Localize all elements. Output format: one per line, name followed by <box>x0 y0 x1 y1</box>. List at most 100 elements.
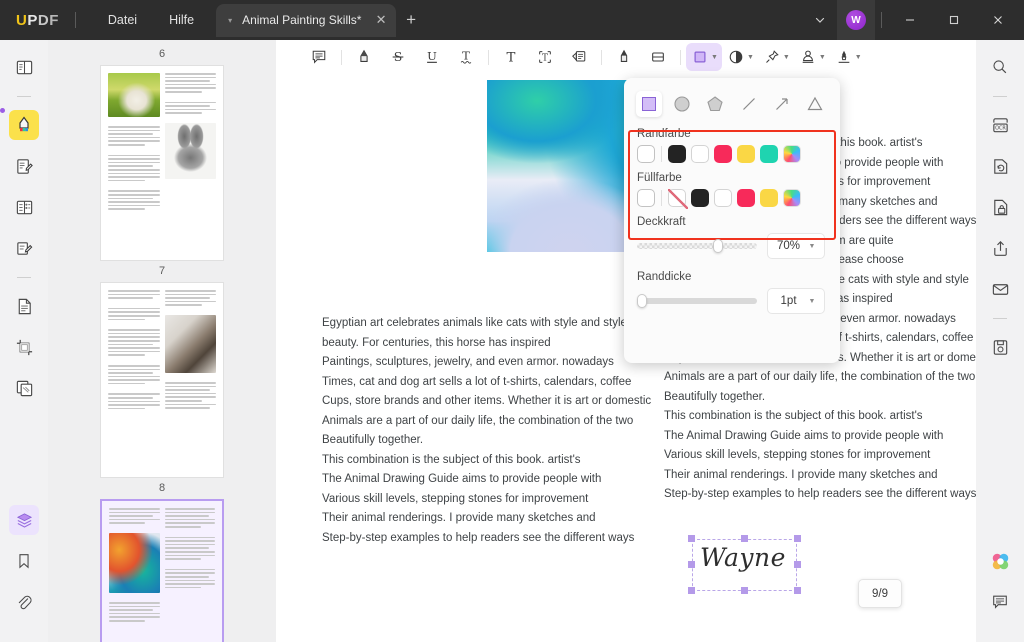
tool-shape[interactable]: ▼ <box>686 43 722 71</box>
left-sidebar <box>0 40 48 642</box>
chevron-down-icon[interactable]: ▼ <box>819 54 826 61</box>
chevron-down-icon[interactable]: ▼ <box>809 243 816 250</box>
sidebar-item-pages[interactable] <box>9 291 39 321</box>
sidebar-item-attachment[interactable] <box>9 587 39 617</box>
sidebar-item-bookmark[interactable] <box>9 546 39 576</box>
border-color-black[interactable] <box>668 145 686 163</box>
fill-color-black[interactable] <box>691 189 709 207</box>
close-button[interactable] <box>976 0 1020 40</box>
sidebar-item-comment[interactable] <box>9 110 39 140</box>
opacity-select[interactable]: 70% ▼ <box>767 233 825 259</box>
minimize-button[interactable] <box>888 0 932 40</box>
fill-color-none[interactable] <box>668 189 688 209</box>
right-item-search[interactable] <box>985 52 1015 82</box>
resize-handle-se[interactable] <box>794 587 801 594</box>
fill-color-yellow[interactable] <box>760 189 778 207</box>
chevron-down-icon[interactable]: ▼ <box>809 298 816 305</box>
sidebar-item-reader[interactable] <box>9 52 39 82</box>
resize-handle-w[interactable] <box>688 561 695 568</box>
border-width-slider[interactable] <box>637 294 757 308</box>
border-width-select[interactable]: 1pt ▼ <box>767 288 825 314</box>
tool-underline[interactable]: U <box>415 43 449 71</box>
shape-triangle-button[interactable] <box>802 91 828 117</box>
tool-eraser[interactable] <box>641 43 675 71</box>
opacity-slider[interactable] <box>637 239 757 253</box>
tool-text-box[interactable]: T <box>528 43 562 71</box>
tool-callout[interactable] <box>562 43 596 71</box>
resize-handle-s[interactable] <box>741 587 748 594</box>
menu-datei[interactable]: Datei <box>92 0 153 40</box>
shape-circle-button[interactable] <box>669 91 695 117</box>
right-item-feedback[interactable] <box>985 587 1015 617</box>
tool-pen[interactable] <box>607 43 641 71</box>
right-item-email[interactable] <box>985 274 1015 304</box>
border-color-yellow[interactable] <box>737 145 755 163</box>
thumbnail-page-8-selected[interactable] <box>100 499 224 642</box>
shape-rectangle-button[interactable] <box>636 91 662 117</box>
tool-text[interactable]: T <box>494 43 528 71</box>
resize-handle-ne[interactable] <box>794 535 801 542</box>
shape-line-button[interactable] <box>736 91 762 117</box>
tool-stamp[interactable]: ▼ <box>794 43 830 71</box>
new-tab-button[interactable]: + <box>396 4 426 37</box>
right-item-save[interactable] <box>985 332 1015 362</box>
right-item-protect[interactable] <box>985 192 1015 222</box>
protect-icon <box>991 198 1010 217</box>
tool-signature[interactable]: ▼ <box>830 43 866 71</box>
fill-color-custom[interactable] <box>783 189 801 207</box>
border-width-slider-handle[interactable] <box>637 294 647 308</box>
sidebar-item-compare[interactable] <box>9 373 39 403</box>
opacity-slider-handle[interactable] <box>713 239 723 253</box>
shape-properties-popup[interactable]: Randfarbe Füllfarbe Deckkraft 70% ▼ Rand… <box>624 78 840 363</box>
border-color-current[interactable] <box>637 145 655 163</box>
fill-color-pink[interactable] <box>737 189 755 207</box>
signature-text: Wayne <box>700 543 786 572</box>
maximize-button[interactable] <box>932 0 976 40</box>
thumbnail-page-7[interactable] <box>100 282 224 478</box>
chevron-down-icon[interactable]: ▼ <box>855 54 862 61</box>
sidebar-item-sign[interactable] <box>9 233 39 263</box>
tab-chevron-down-icon[interactable]: ▾ <box>224 16 236 25</box>
user-avatar-button[interactable]: W <box>837 0 875 40</box>
thumbnail-panel[interactable]: 6 7 8 <box>48 40 276 642</box>
sidebar-item-edit[interactable] <box>9 151 39 181</box>
fill-color-white[interactable] <box>714 189 732 207</box>
share-icon <box>991 239 1010 258</box>
close-icon[interactable]: ✕ <box>374 12 388 28</box>
right-item-share[interactable] <box>985 233 1015 263</box>
chevron-down-icon[interactable]: ▼ <box>747 54 754 61</box>
signature-annotation[interactable]: Wayne <box>688 535 801 594</box>
thumbnail-image-peacock <box>109 532 160 593</box>
tool-squiggly-underline[interactable]: T <box>449 43 483 71</box>
border-color-pink[interactable] <box>714 145 732 163</box>
tool-pin[interactable]: ▼ <box>758 43 794 71</box>
shape-pentagon-button[interactable] <box>702 91 728 117</box>
chevron-down-icon[interactable]: ▼ <box>711 54 718 61</box>
thumbnail-col-right <box>164 290 216 409</box>
border-color-white[interactable] <box>691 145 709 163</box>
sidebar-item-layers[interactable] <box>9 505 39 535</box>
border-color-custom[interactable] <box>783 145 801 163</box>
shape-arrow-button[interactable] <box>769 91 795 117</box>
right-item-ocr[interactable]: OCR <box>985 110 1015 140</box>
resize-handle-sw[interactable] <box>688 587 695 594</box>
resize-handle-e[interactable] <box>794 561 801 568</box>
chevron-down-icon[interactable]: ▼ <box>783 54 790 61</box>
tool-sticker[interactable]: ▼ <box>722 43 758 71</box>
chevron-down-icon[interactable] <box>803 0 837 40</box>
right-item-convert[interactable] <box>985 151 1015 181</box>
tool-note-comment[interactable] <box>302 43 336 71</box>
document-tab[interactable]: ▾ Animal Painting Skills* ✕ <box>216 3 397 37</box>
menu-hilfe[interactable]: Hilfe <box>153 0 210 40</box>
sidebar-item-crop[interactable] <box>9 332 39 362</box>
tool-highlight[interactable] <box>347 43 381 71</box>
border-color-teal[interactable] <box>760 145 778 163</box>
thumbnail-page-6[interactable] <box>100 65 224 261</box>
fill-color-current[interactable] <box>637 189 655 207</box>
resize-handle-n[interactable] <box>741 535 748 542</box>
right-item-ai-assistant[interactable] <box>985 546 1015 576</box>
tool-strikethrough[interactable]: S <box>381 43 415 71</box>
resize-handle-nw[interactable] <box>688 535 695 542</box>
sidebar-item-form[interactable] <box>9 192 39 222</box>
titlebar-divider-2 <box>881 12 882 28</box>
